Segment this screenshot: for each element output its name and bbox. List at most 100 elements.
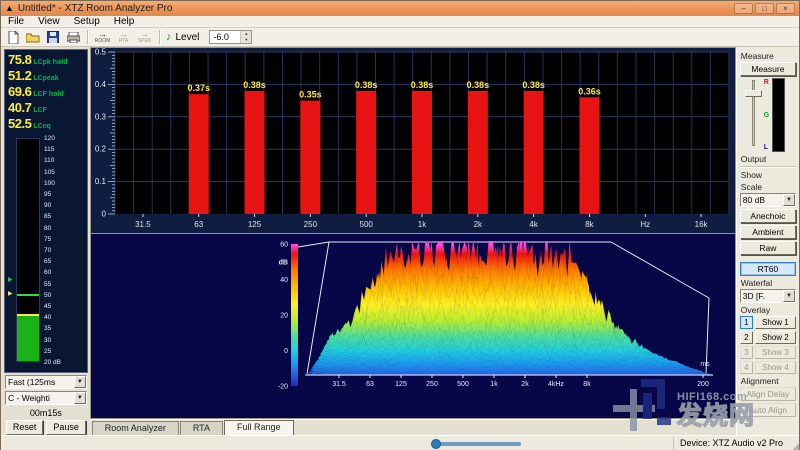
measure-button[interactable]: Measure: [740, 62, 796, 76]
spin-down-icon[interactable]: ▼: [241, 37, 251, 43]
mode-rta-button[interactable]: → RTA: [114, 29, 133, 45]
output-slider[interactable]: [742, 78, 764, 152]
close-button[interactable]: ×: [776, 3, 795, 14]
rt60-bar-value-label: 0.38s: [355, 80, 378, 90]
anechoic-button[interactable]: Anechoic: [740, 209, 796, 223]
show-3-button[interactable]: Show 3: [755, 346, 796, 359]
menu-setup[interactable]: Setup: [67, 16, 107, 28]
open-folder-icon: [26, 32, 40, 43]
open-file-button[interactable]: [24, 29, 42, 45]
db-axis-unit: dB: [278, 259, 287, 266]
reading-lcf-hold: 69.6 LCF hold: [8, 84, 86, 100]
meter-scale-label: 105: [44, 169, 55, 176]
meter-scale-label: 85: [44, 213, 51, 220]
scale-select[interactable]: 80 dB ▼: [740, 193, 796, 207]
show-2-button[interactable]: Show 2: [755, 331, 796, 344]
y-axis-label: 0: [101, 210, 106, 219]
elapsed-time: 00m15s: [5, 407, 87, 419]
x-axis-label: 4k: [529, 220, 538, 229]
device-status: Device: XTZ Audio v2 Pro: [673, 437, 789, 450]
meter-scale-label: 60: [44, 269, 51, 276]
weighting-select[interactable]: C - Weighti ▼: [5, 391, 87, 405]
meter-scale-label: 30: [44, 337, 51, 344]
y-axis-label: 0.4: [95, 80, 107, 89]
db-axis-label: 40: [280, 277, 288, 284]
chevron-down-icon[interactable]: ▼: [783, 290, 795, 302]
new-file-icon: [8, 31, 19, 44]
meter-controls: Fast (125ms ▼ C - Weighti ▼ 00m15s Reset…: [4, 373, 88, 435]
toolbar: → ROOM → RTA → SPEK ♪ Level -6.0 ▲ ▼: [1, 28, 799, 47]
meter-scale-label: 110: [44, 157, 54, 164]
chevron-down-icon[interactable]: ▼: [74, 376, 86, 388]
menu-view[interactable]: View: [31, 16, 67, 28]
tab-full-range[interactable]: Full Range: [224, 420, 294, 435]
tab-rta[interactable]: RTA: [180, 421, 223, 435]
align-delay-button[interactable]: Align Delay: [740, 387, 796, 401]
overlay-2-button[interactable]: 2: [740, 331, 753, 344]
level-label: Level: [176, 32, 200, 43]
rt60-bar-value-label: 0.38s: [522, 80, 545, 90]
maximize-button[interactable]: □: [755, 3, 774, 14]
show-4-button[interactable]: Show 4: [755, 361, 796, 374]
waterfall-label: Waterfal: [741, 278, 796, 288]
save-button[interactable]: [44, 29, 62, 45]
overlay-4-button[interactable]: 4: [740, 361, 753, 374]
status-slider[interactable]: [433, 442, 521, 446]
resize-grip-icon[interactable]: ◢: [792, 442, 799, 450]
meter-markers: ▶▶: [8, 138, 16, 362]
freq-axis-label: 63: [366, 381, 374, 388]
waterfall-3d-chart[interactable]: 6040200-20dB31.5631252505001k2k4kHz8k200…: [91, 233, 735, 418]
level-spinner[interactable]: -6.0 ▲ ▼: [209, 30, 252, 44]
meter-scale-label: 45: [44, 303, 51, 310]
chevron-down-icon[interactable]: ▼: [783, 194, 795, 206]
menu-file[interactable]: File: [1, 16, 31, 28]
save-disk-icon: [47, 31, 59, 43]
show-label: Show: [741, 170, 796, 180]
wireframe-line: [611, 242, 709, 298]
tab-room-analyzer[interactable]: Room Analyzer: [92, 421, 179, 435]
chart-area: 00.10.20.30.40.531.5631252505001k2k4k8kH…: [90, 47, 736, 435]
waterfall-mode-select[interactable]: 3D [F. ▼: [740, 289, 796, 303]
printer-icon: [67, 32, 80, 43]
ambient-button[interactable]: Ambient: [740, 225, 796, 239]
mode-room-button[interactable]: → ROOM: [93, 29, 112, 45]
slider-handle[interactable]: [745, 90, 762, 97]
response-time-select[interactable]: Fast (125ms ▼: [5, 375, 87, 389]
rt60-bar: [412, 91, 432, 214]
chevron-down-icon[interactable]: ▼: [74, 392, 86, 404]
color-scale-bar: [291, 244, 298, 386]
rt60-bar: [523, 91, 543, 214]
mode-spek-button[interactable]: → SPEK: [135, 29, 154, 45]
menu-help[interactable]: Help: [107, 16, 142, 28]
show-1-button[interactable]: Show 1: [755, 316, 796, 329]
app-window: ▲ Untitled* - XTZ Room Analyzer Pro – □ …: [0, 0, 800, 450]
window-title: Untitled* - XTZ Room Analyzer Pro: [18, 3, 734, 14]
rt60-bar-value-label: 0.38s: [466, 80, 489, 90]
meter-scale-label: 120: [44, 135, 55, 142]
meter-peak-line: [17, 294, 39, 296]
auto-align-button[interactable]: Auto Align: [740, 403, 796, 417]
x-axis-label: Hz: [640, 220, 650, 229]
minimize-button[interactable]: –: [734, 3, 753, 14]
freq-axis-label: 31.5: [332, 381, 346, 388]
rt60-bar: [579, 97, 599, 214]
pause-button[interactable]: Pause: [46, 420, 86, 435]
slider-knob[interactable]: [431, 439, 441, 449]
freq-axis-label: 2k: [521, 381, 529, 388]
raw-button[interactable]: Raw: [740, 241, 796, 255]
rt60-button[interactable]: RT60: [740, 262, 796, 276]
level-value[interactable]: -6.0: [210, 31, 240, 43]
reset-button[interactable]: Reset: [6, 420, 44, 435]
rt60-bar-value-label: 0.35s: [299, 90, 322, 100]
reading-lcpk-hold: 75.8 LCpk hold: [8, 52, 86, 68]
print-button[interactable]: [64, 29, 82, 45]
x-axis-label: 31.5: [135, 220, 151, 229]
overlay-3-button[interactable]: 3: [740, 346, 753, 359]
overlay-1-button[interactable]: 1: [740, 316, 753, 329]
y-axis-label: 0.5: [95, 48, 107, 57]
measure-group-label: Measure: [741, 51, 796, 61]
toolbar-separator: [159, 30, 160, 44]
db-axis-label: -20: [278, 384, 288, 391]
rt60-bar-chart[interactable]: 00.10.20.30.40.531.5631252505001k2k4k8kH…: [91, 48, 735, 233]
new-file-button[interactable]: [4, 29, 22, 45]
